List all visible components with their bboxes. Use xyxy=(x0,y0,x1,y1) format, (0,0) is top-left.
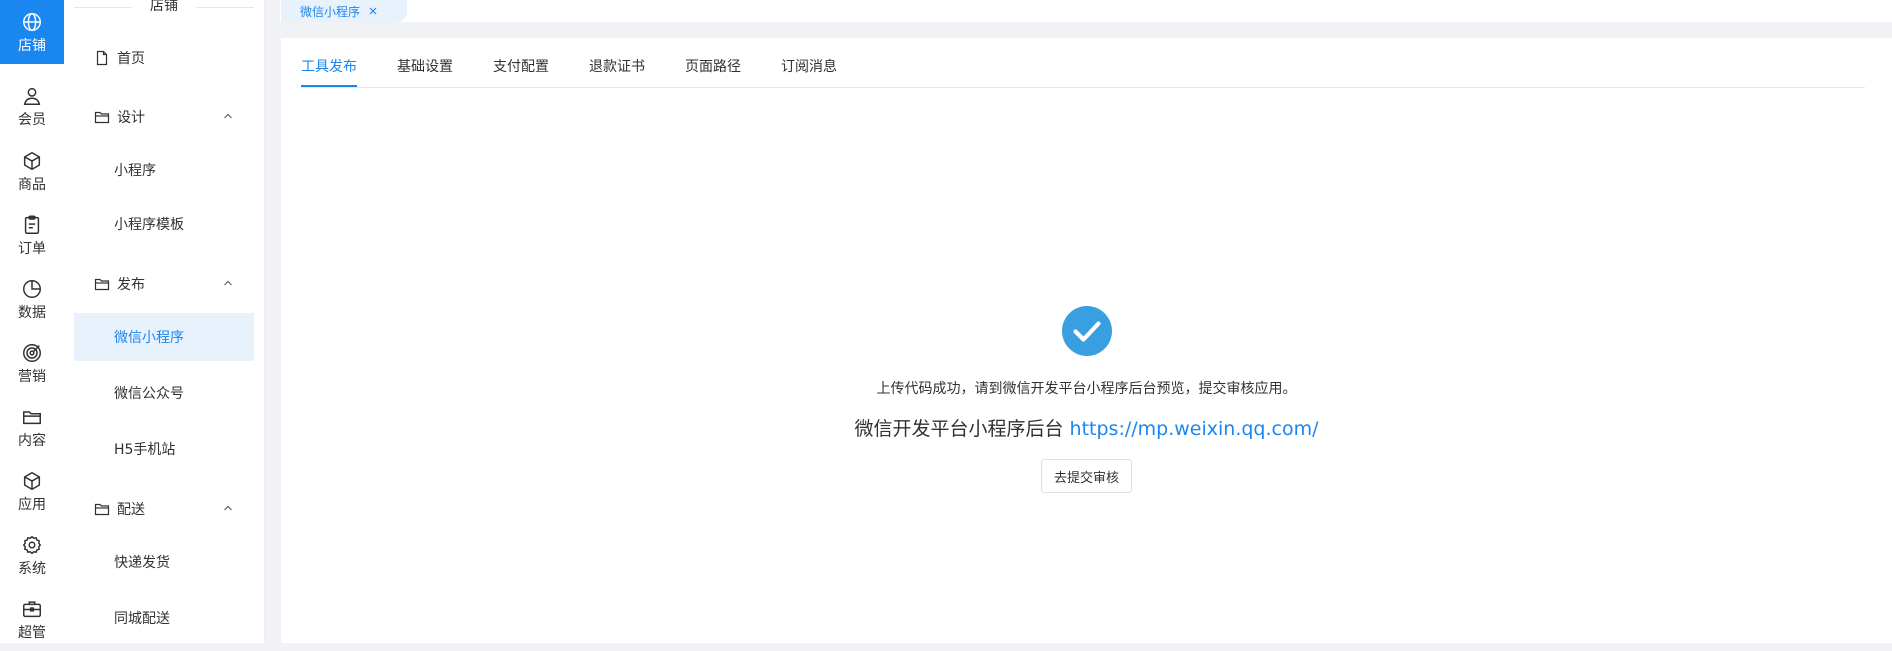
rail-item-label: 商品 xyxy=(18,176,46,193)
menu-item-express-delivery[interactable]: 快递发货 xyxy=(74,538,254,586)
tab-refund-cert[interactable]: 退款证书 xyxy=(589,56,645,87)
gear-icon xyxy=(22,535,42,554)
folder-icon xyxy=(94,278,110,291)
rail-item-shop[interactable]: 店铺 xyxy=(0,0,64,64)
rail-item-order[interactable]: 订单 xyxy=(0,203,64,267)
menu-group-publish[interactable]: 发布 xyxy=(74,260,254,308)
rail-item-label: 店铺 xyxy=(18,37,46,54)
pie-chart-icon xyxy=(23,279,41,298)
folder-icon xyxy=(94,111,110,124)
menu-item-label: 首页 xyxy=(117,51,145,67)
tab-page-path[interactable]: 页面路径 xyxy=(685,56,741,87)
rail-item-content[interactable]: 内容 xyxy=(0,395,64,459)
target-icon xyxy=(23,343,41,362)
clipboard-icon xyxy=(24,215,40,234)
menu-item-h5-site[interactable]: H5手机站 xyxy=(74,425,254,473)
menu-item-label: 小程序 xyxy=(114,163,156,179)
tab-subscribe-message[interactable]: 订阅消息 xyxy=(781,56,837,87)
menu-item-label: 同城配送 xyxy=(114,611,170,627)
menu-item-label: 快递发货 xyxy=(114,555,170,571)
platform-label: 微信开发平台小程序后台 xyxy=(854,418,1064,440)
menu-item-label: 小程序模板 xyxy=(114,217,184,233)
rail-item-label: 应用 xyxy=(18,496,46,513)
rail-item-goods[interactable]: 商品 xyxy=(0,139,64,203)
box-icon xyxy=(23,151,41,170)
upload-result: 上传代码成功，请到微信开发平台小程序后台预览，提交审核应用。 微信开发平台小程序… xyxy=(281,306,1892,493)
divider xyxy=(74,6,132,8)
rail-item-member[interactable]: 会员 xyxy=(0,74,64,138)
tab-payment-config[interactable]: 支付配置 xyxy=(493,56,549,87)
tab-basic-settings[interactable]: 基础设置 xyxy=(397,56,453,87)
tab-tool-publish[interactable]: 工具发布 xyxy=(301,56,357,87)
menu-item-label: 微信小程序 xyxy=(114,330,184,346)
chevron-up-icon xyxy=(224,280,232,286)
rail-item-superadmin[interactable]: 超管 xyxy=(0,587,64,651)
rail-item-apps[interactable]: 应用 xyxy=(0,459,64,523)
rail-item-label: 会员 xyxy=(18,111,46,128)
cube-icon xyxy=(23,471,41,490)
menu-item-miniprogram-template[interactable]: 小程序模板 xyxy=(74,200,254,248)
rail-item-label: 超管 xyxy=(18,624,46,641)
chevron-up-icon xyxy=(224,505,232,511)
menu-group-design[interactable]: 设计 xyxy=(74,93,254,141)
menu-group-label: 配送 xyxy=(117,502,145,518)
open-tab-label: 微信小程序 xyxy=(300,4,361,19)
user-icon xyxy=(23,87,41,105)
config-tabs: 工具发布 基础设置 支付配置 退款证书 页面路径 订阅消息 xyxy=(301,38,1865,88)
rail-item-label: 营销 xyxy=(18,368,46,385)
rail-item-label: 订单 xyxy=(18,240,46,257)
rail-item-marketing[interactable]: 营销 xyxy=(0,331,64,395)
menu-item-label: H5手机站 xyxy=(114,442,176,458)
rail-item-label: 数据 xyxy=(18,304,46,321)
menu-item-home[interactable]: 首页 xyxy=(74,34,254,82)
success-message: 上传代码成功，请到微信开发平台小程序后台预览，提交审核应用。 xyxy=(876,381,1297,397)
close-icon[interactable] xyxy=(368,6,378,16)
active-tab-indicator xyxy=(301,85,357,87)
menu-item-local-delivery[interactable]: 同城配送 xyxy=(74,594,254,642)
success-check-icon xyxy=(1061,306,1112,356)
platform-line: 微信开发平台小程序后台 https://mp.weixin.qq.com/ xyxy=(854,414,1318,441)
folder-icon xyxy=(23,410,41,424)
sub-menu-title: 店铺 xyxy=(150,0,178,14)
rail-item-label: 系统 xyxy=(18,560,46,577)
menu-group-delivery[interactable]: 配送 xyxy=(74,485,254,533)
submit-review-button[interactable]: 去提交审核 xyxy=(1040,459,1132,493)
rail-item-system[interactable]: 系统 xyxy=(0,523,64,587)
divider xyxy=(196,6,254,8)
menu-item-label: 微信公众号 xyxy=(114,386,184,402)
folder-icon xyxy=(94,503,110,516)
main-nav-rail: 店铺 会员 商品 订单 数据 营销 内容 应用 系统 超管 xyxy=(0,0,65,643)
menu-group-label: 发布 xyxy=(117,277,145,293)
open-tab-wechat-miniprogram[interactable]: 微信小程序 xyxy=(281,0,407,22)
chevron-up-icon xyxy=(224,113,232,119)
menu-item-wechat-miniprogram[interactable]: 微信小程序 xyxy=(74,313,254,361)
briefcase-icon xyxy=(23,600,41,617)
open-tabs-bar: 微信小程序 xyxy=(280,0,1892,22)
menu-group-label: 设计 xyxy=(117,110,145,126)
menu-item-wechat-official-account[interactable]: 微信公众号 xyxy=(74,369,254,417)
rail-item-label: 内容 xyxy=(18,432,46,449)
sub-menu: 店铺 首页 设计 小程序 小程序模板 发布 微信小程序 微信公众号 H5手机站 … xyxy=(64,0,265,643)
document-icon xyxy=(96,50,108,66)
main-panel: 工具发布 基础设置 支付配置 退款证书 页面路径 订阅消息 上传代码成功，请到微… xyxy=(281,38,1892,643)
sub-menu-header: 店铺 xyxy=(74,0,254,14)
rail-item-data[interactable]: 数据 xyxy=(0,267,64,331)
globe-icon xyxy=(23,12,41,31)
platform-link[interactable]: https://mp.weixin.qq.com/ xyxy=(1070,418,1319,440)
menu-item-miniprogram[interactable]: 小程序 xyxy=(74,146,254,194)
